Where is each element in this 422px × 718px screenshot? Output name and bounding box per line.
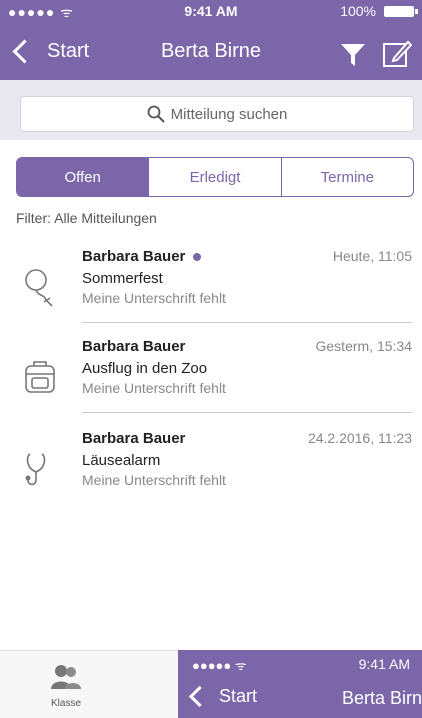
message-date: Gesterm, 15:34 (315, 338, 413, 354)
top-bar: ●●●●● ᯤ 9:41 AM 100% Berta Birne Start (0, 0, 422, 80)
search-area: Mitteilung suchen (0, 80, 422, 140)
compose-icon[interactable] (382, 38, 412, 68)
balloon-icon (25, 269, 53, 307)
filter-icon[interactable] (340, 42, 366, 68)
stethoscope-icon (25, 453, 46, 486)
message-date: Heute, 11:05 (332, 248, 412, 264)
segment-erledigt[interactable]: Erledigt (149, 158, 282, 196)
overlay-back-label: Start (219, 686, 258, 706)
message-sender: Barbara Bauer (82, 430, 186, 447)
divider (82, 412, 412, 413)
message-note: Meine Unterschrift fehlt (82, 290, 226, 306)
app-screen: ●●●●● ᯤ 9:41 AM 100% Berta Birne Start M… (0, 0, 422, 718)
search-input[interactable]: Mitteilung suchen (20, 96, 414, 132)
search-icon (147, 105, 165, 123)
chevron-left-icon (188, 685, 211, 708)
overlay-screen: ●●●●● ᯤ 9:41 AM Start Berta Birn (178, 650, 422, 718)
tab-klasse[interactable]: Klasse (36, 663, 96, 709)
overlay-signal: ●●●●● ᯤ (192, 658, 247, 673)
backpack-icon (25, 361, 55, 393)
message-note: Meine Unterschrift fehlt (82, 380, 226, 396)
message-subject: Läusealarm (82, 452, 161, 469)
search-placeholder: Mitteilung suchen (170, 105, 288, 123)
message-subject: Ausflug in den Zoo (82, 360, 208, 377)
status-bar: ●●●●● ᯤ 9:41 AM 100% (0, 0, 422, 22)
group-icon (51, 665, 81, 689)
segment-offen[interactable]: Offen (17, 158, 150, 196)
message-item[interactable]: Barbara Bauer Heute, 11:05 Sommerfest Me… (16, 244, 412, 334)
divider (82, 322, 412, 323)
overlay-back-button[interactable]: Start (188, 685, 258, 708)
message-note: Meine Unterschrift fehlt (82, 472, 226, 488)
message-date: 24.2.2016, 11:23 (307, 430, 412, 446)
filter-label: Filter: Alle Mitteilungen (16, 210, 157, 226)
message-sender: Barbara Bauer (82, 248, 202, 265)
message-subject: Sommerfest (82, 270, 163, 287)
message-sender: Barbara Bauer (82, 338, 186, 355)
chevron-left-icon (12, 39, 37, 64)
overlay-time: 9:41 AM (358, 656, 410, 672)
segment-termine[interactable]: Termine (282, 158, 413, 196)
message-item[interactable]: Barbara Bauer 24.2.2016, 11:23 Läusealar… (16, 426, 412, 516)
back-label: Start (47, 40, 90, 62)
battery-icon (384, 6, 418, 17)
tab-klasse-label: Klasse (50, 698, 81, 709)
overlay-title: Berta Birn (342, 688, 422, 708)
battery-percent: 100% (340, 3, 376, 19)
unread-indicator (193, 253, 202, 262)
nav-row: Berta Birne Start (0, 22, 422, 80)
segmented-control: Offen Erledigt Termine (16, 157, 414, 197)
message-item[interactable]: Barbara Bauer Gesterm, 15:34 Ausflug in … (16, 334, 412, 424)
back-button[interactable]: Start (12, 39, 90, 64)
